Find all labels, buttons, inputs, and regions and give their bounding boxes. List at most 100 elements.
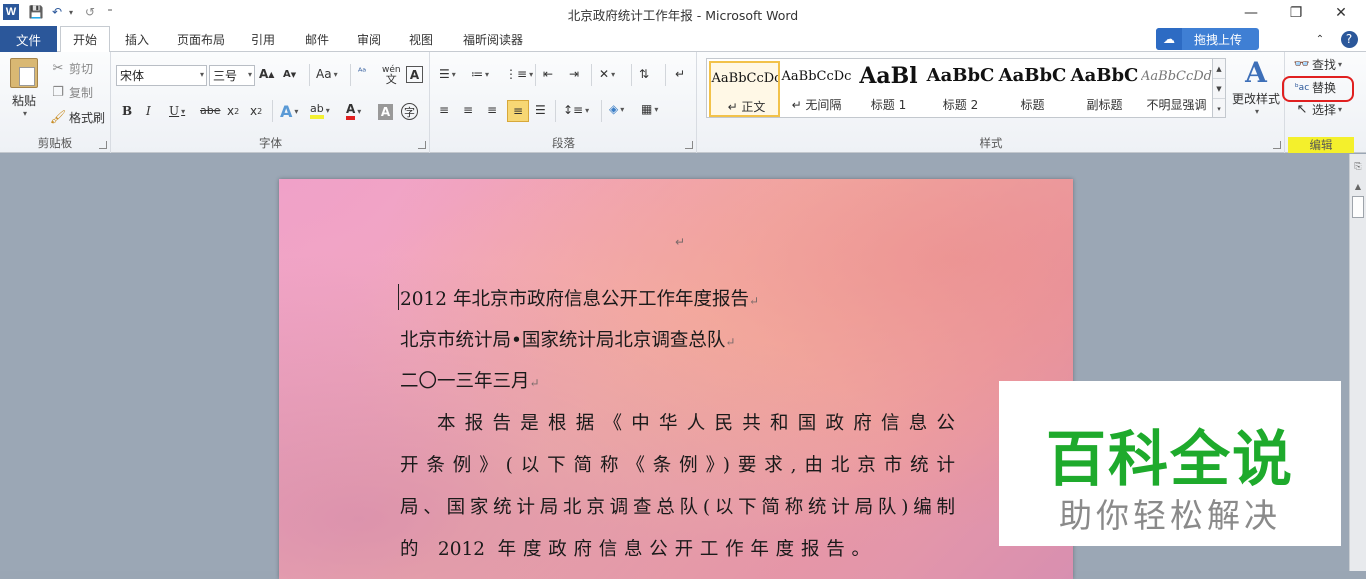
tab-file[interactable]: 文件 xyxy=(0,26,57,52)
style-normal[interactable]: AaBbCcDc ↵ 正文 xyxy=(709,61,780,117)
text-effects-button[interactable]: A ▾ xyxy=(280,102,298,121)
cut-button[interactable]: ✂ 剪切 xyxy=(50,60,93,77)
font-size-dropdown-icon[interactable]: ▾ xyxy=(248,70,252,79)
doc-title-text: 2012 年北京市政府信息公开工作年度报告 xyxy=(400,289,749,310)
bold-button[interactable]: B xyxy=(122,104,132,118)
tab-foxit-reader[interactable]: 福昕阅读器 xyxy=(452,26,534,52)
doc-date-line[interactable]: 二〇一三年三月↵ xyxy=(400,367,540,393)
font-launcher-icon[interactable] xyxy=(418,141,426,149)
align-center-icon[interactable]: ≡ xyxy=(463,103,473,117)
doc-body-line[interactable]: 本报告是根据《中华人民共和国政府信息公 xyxy=(400,409,955,435)
doc-body-line[interactable]: 的 2012 年度政府信息公开工作年度报告。 xyxy=(400,535,870,561)
sort-icon[interactable]: ⇅ xyxy=(639,67,649,81)
shrink-font-button[interactable]: A ▼ xyxy=(283,69,296,80)
ribbon-home: 粘贴 ▾ ✂ 剪切 ❐ 复制 🖌 格式刷 剪贴板 宋体 ▾ 三号 ▾ A ▲ A ▼… xyxy=(0,52,1366,153)
tab-references[interactable]: 引用 xyxy=(240,26,286,52)
collapse-ribbon-icon[interactable]: ⌃ xyxy=(1310,26,1330,52)
character-border-icon[interactable]: A xyxy=(406,66,423,83)
font-name-dropdown-icon[interactable]: ▾ xyxy=(200,70,204,79)
increase-indent-icon[interactable]: ⇥ xyxy=(569,67,579,81)
drag-upload-button[interactable]: ☁ 拖拽上传 xyxy=(1156,28,1259,50)
font-color-button[interactable]: A ▾ xyxy=(346,102,361,120)
character-shading-icon[interactable]: A xyxy=(378,104,393,120)
shading-button[interactable]: ◈ ▾ xyxy=(609,102,624,116)
change-styles-button[interactable]: A 更改样式 ▾ xyxy=(1230,58,1282,117)
subscript-button[interactable]: x2 xyxy=(227,104,239,118)
gallery-up-icon[interactable]: ▲ xyxy=(1213,59,1225,79)
change-case-button[interactable]: Aa ▾ xyxy=(316,67,338,81)
gallery-down-icon[interactable]: ▼ xyxy=(1213,79,1225,99)
style-sample: AaBbC xyxy=(998,65,1067,86)
title-bar: W 💾 ↶ ▾ ↺ ⁼ 北京政府统计工作年报 - Microsoft Word … xyxy=(0,0,1366,25)
copy-button[interactable]: ❐ 复制 xyxy=(50,84,93,101)
ruler-toggle-icon[interactable]: ⎘ xyxy=(1352,162,1364,176)
numbering-button[interactable]: ≔ ▾ xyxy=(471,67,489,81)
justify-icon[interactable]: ≡ xyxy=(507,100,529,122)
style-name: ↵ 无间隔 xyxy=(791,98,842,112)
font-size-combo[interactable]: 三号 ▾ xyxy=(209,65,255,86)
style-name: 不明显强调 xyxy=(1146,98,1207,112)
clear-format-icon[interactable]: ᴬᵃ xyxy=(358,67,366,78)
styles-gallery-scroll[interactable]: ▲ ▼ ▾ xyxy=(1212,58,1226,118)
gallery-more-icon[interactable]: ▾ xyxy=(1213,99,1225,119)
styles-launcher-icon[interactable] xyxy=(1273,141,1281,149)
style-sample: AaBbC xyxy=(926,65,995,86)
clipboard-group-label: 剪贴板 xyxy=(37,136,73,150)
align-right-icon[interactable]: ≡ xyxy=(487,103,497,117)
tab-page-layout[interactable]: 页面布局 xyxy=(168,26,234,52)
enclosed-character-icon[interactable]: 字 xyxy=(401,103,418,120)
show-marks-icon[interactable]: ↵ xyxy=(675,67,685,81)
style-heading-1[interactable]: AaBl 标题 1 xyxy=(853,61,924,117)
tab-mailings[interactable]: 邮件 xyxy=(294,26,340,52)
style-heading-2[interactable]: AaBbC 标题 2 xyxy=(925,61,996,117)
align-left-icon[interactable]: ≡ xyxy=(439,103,449,117)
maximize-button[interactable]: ❐ xyxy=(1281,2,1311,24)
tab-view[interactable]: 视图 xyxy=(398,26,444,52)
vertical-scrollbar[interactable]: ⎘ ▲ xyxy=(1349,154,1366,571)
scroll-up-icon[interactable]: ▲ xyxy=(1352,182,1364,192)
scissors-icon: ✂ xyxy=(52,61,64,76)
decrease-indent-icon[interactable]: ⇤ xyxy=(543,67,553,81)
font-name-value: 宋体 xyxy=(120,69,145,83)
highlight-button[interactable]: ab ▾ xyxy=(310,102,330,119)
change-styles-label: 更改样式 xyxy=(1231,92,1280,106)
multilevel-list-button[interactable]: ⋮≡ ▾ xyxy=(505,67,533,81)
paste-button[interactable]: 粘贴 ▾ xyxy=(6,58,42,118)
chinese-layout-button[interactable]: ✕ ▾ xyxy=(599,67,615,81)
close-button[interactable]: ✕ xyxy=(1326,2,1356,24)
doc-author-line[interactable]: 北京市统计局•国家统计局北京调查总队↵ xyxy=(400,326,735,352)
select-label: 选择 xyxy=(1312,103,1337,117)
strikethrough-button[interactable]: abe xyxy=(200,104,221,117)
tab-insert[interactable]: 插入 xyxy=(114,26,160,52)
superscript-button[interactable]: x2 xyxy=(250,104,262,118)
clipboard-launcher-icon[interactable] xyxy=(99,141,107,149)
underline-button[interactable]: U ▾ xyxy=(169,104,185,118)
phonetic-guide-icon[interactable]: wén 文 xyxy=(382,66,401,86)
doc-body-line[interactable]: 开条例》(以下简称《条例》)要求,由北京市统计 xyxy=(400,451,955,477)
italic-button[interactable]: I xyxy=(146,104,151,118)
grow-font-button[interactable]: A ▲ xyxy=(259,67,274,81)
scrollbar-thumb[interactable] xyxy=(1352,196,1364,218)
style-no-spacing[interactable]: AaBbCcDc ↵ 无间隔 xyxy=(781,61,852,117)
doc-body-line[interactable]: 局、国家统计局北京调查总队(以下简称统计局队)编制 xyxy=(400,493,955,519)
style-subtle-emphasis[interactable]: AaBbCcDd 不明显强调 xyxy=(1141,61,1212,117)
select-button[interactable]: ↖ 选择 ▾ xyxy=(1294,101,1342,118)
borders-button[interactable]: ▦ ▾ xyxy=(641,102,658,116)
minimize-button[interactable]: — xyxy=(1236,2,1266,24)
format-painter-button[interactable]: 🖌 格式刷 xyxy=(50,109,105,126)
style-subtitle[interactable]: AaBbC 副标题 xyxy=(1069,61,1140,117)
tab-review[interactable]: 审阅 xyxy=(346,26,392,52)
doc-title-line[interactable]: 2012 年北京市政府信息公开工作年度报告↵ xyxy=(400,285,759,311)
paragraph-launcher-icon[interactable] xyxy=(685,141,693,149)
help-icon[interactable]: ? xyxy=(1338,26,1360,52)
find-button[interactable]: 👓 查找 ▾ xyxy=(1294,56,1342,73)
distributed-icon[interactable]: ☰ xyxy=(535,103,546,117)
tab-home[interactable]: 开始 xyxy=(60,26,110,53)
styles-group-label: 样式 xyxy=(979,136,1003,150)
copy-label: 复制 xyxy=(69,86,94,100)
font-name-combo[interactable]: 宋体 ▾ xyxy=(116,65,207,86)
document-page[interactable]: ↵ 2012 年北京市政府信息公开工作年度报告↵ 北京市统计局•国家统计局北京调… xyxy=(279,179,1073,579)
style-title[interactable]: AaBbC 标题 xyxy=(997,61,1068,117)
line-spacing-button[interactable]: ↕≡ ▾ xyxy=(563,103,589,117)
bullets-button[interactable]: ☰ ▾ xyxy=(439,67,456,81)
